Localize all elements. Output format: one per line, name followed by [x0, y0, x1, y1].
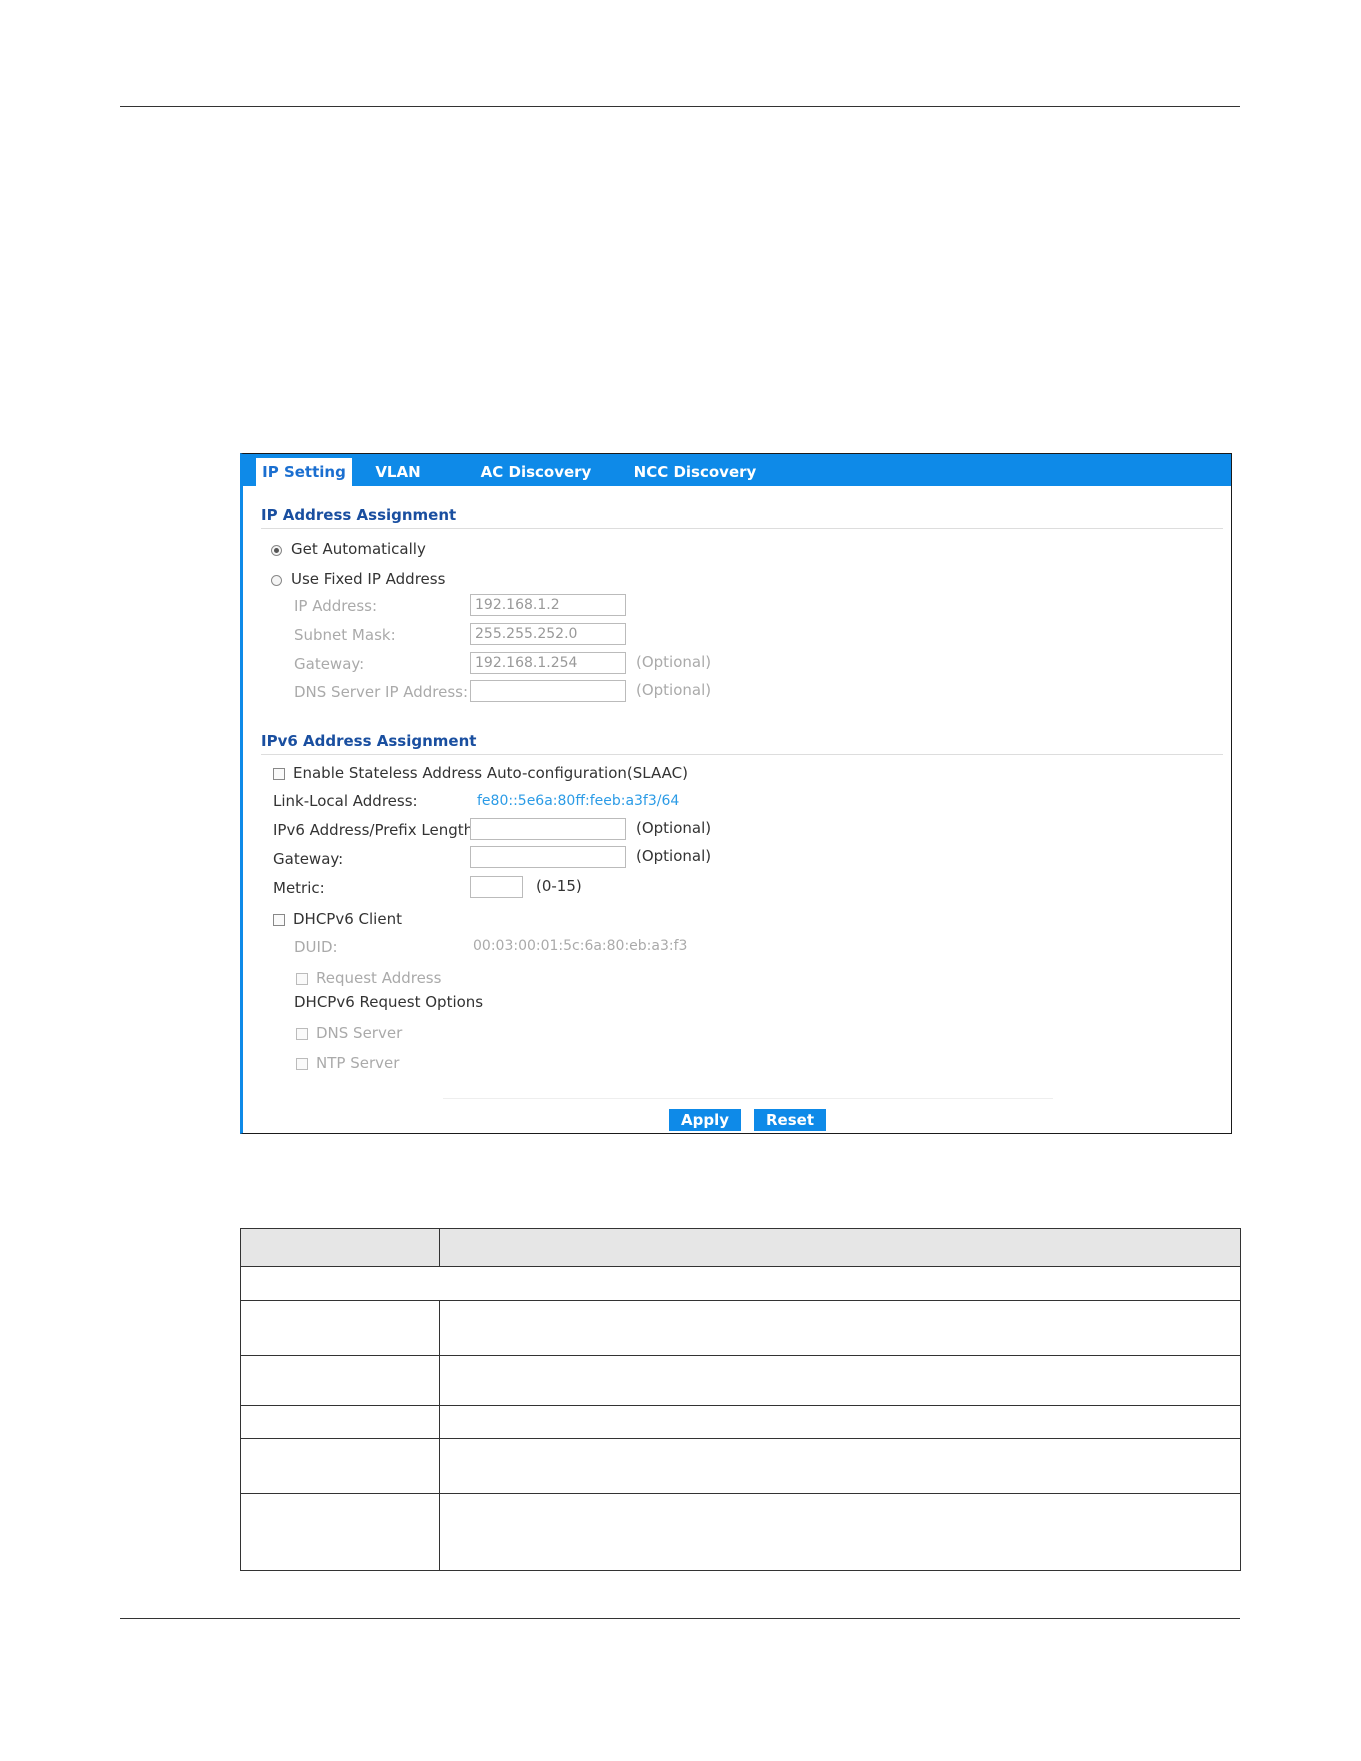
- ipv6-section-divider: [261, 754, 1223, 755]
- description-table: [240, 1228, 1241, 1571]
- use-fixed-ip-radio[interactable]: [271, 575, 282, 586]
- table-cell: [439, 1405, 1241, 1439]
- dhcpv6-client-label: DHCPv6 Client: [293, 910, 402, 928]
- table-row: [240, 1438, 1241, 1494]
- table-cell: [439, 1493, 1241, 1571]
- tab-ac-discovery[interactable]: AC Discovery: [471, 458, 601, 486]
- dns-server-input[interactable]: [470, 680, 626, 702]
- ip-address-input[interactable]: 192.168.1.2: [470, 594, 626, 616]
- tab-bar: IP Setting VLAN AC Discovery NCC Discove…: [243, 454, 1231, 486]
- ipv6-gateway-input[interactable]: [470, 846, 626, 868]
- link-local-label: Link-Local Address:: [273, 792, 418, 810]
- gateway-label: Gateway:: [294, 655, 365, 673]
- metric-range-hint: (0-15): [536, 877, 582, 895]
- table-row: [240, 1300, 1241, 1356]
- top-rule: [120, 106, 1240, 107]
- link-local-value: fe80::5e6a:80ff:feeb:a3f3/64: [477, 793, 680, 809]
- gateway-input[interactable]: 192.168.1.254: [470, 652, 626, 674]
- ip-setting-panel: IP Setting VLAN AC Discovery NCC Discove…: [240, 453, 1232, 1134]
- ntp-server-checkbox[interactable]: [296, 1058, 308, 1070]
- duid-value: 00:03:00:01:5c:6a:80:eb:a3:f3: [473, 938, 688, 954]
- slaac-checkbox[interactable]: [273, 768, 285, 780]
- table-cell: [240, 1438, 440, 1494]
- ip-address-label: IP Address:: [294, 597, 378, 615]
- dhcpv6-client-checkbox[interactable]: [273, 914, 285, 926]
- use-fixed-ip-label: Use Fixed IP Address: [291, 570, 446, 588]
- table-row: [240, 1355, 1241, 1406]
- subnet-mask-label: Subnet Mask:: [294, 626, 396, 644]
- dhcpv6-request-options-label: DHCPv6 Request Options: [294, 993, 484, 1011]
- reset-button[interactable]: Reset: [754, 1109, 826, 1131]
- dns-server-label: DNS Server IP Address:: [294, 683, 469, 701]
- table-header-cell: [439, 1228, 1241, 1267]
- tab-ncc-discovery[interactable]: NCC Discovery: [625, 458, 765, 486]
- ipv6-gateway-optional-hint: (Optional): [636, 847, 712, 865]
- table-row: [240, 1493, 1241, 1571]
- gateway-optional-hint: (Optional): [636, 653, 712, 671]
- ipv6-prefix-input[interactable]: [470, 818, 626, 840]
- table-cell: [240, 1266, 1241, 1301]
- metric-label: Metric:: [273, 879, 325, 897]
- table-header-cell: [240, 1228, 440, 1267]
- dns-server-option-label: DNS Server: [316, 1024, 403, 1042]
- table-cell: [240, 1405, 440, 1439]
- bottom-rule: [120, 1618, 1240, 1619]
- table-header-row: [240, 1228, 1241, 1267]
- ipv6-prefix-label: IPv6 Address/Prefix Length:: [273, 821, 479, 839]
- ipv4-section-divider: [261, 528, 1223, 529]
- request-address-label: Request Address: [316, 969, 442, 987]
- dns-server-checkbox[interactable]: [296, 1028, 308, 1040]
- metric-input[interactable]: [470, 876, 523, 898]
- table-cell: [240, 1355, 440, 1406]
- table-row: [240, 1266, 1241, 1301]
- get-automatically-label: Get Automatically: [291, 540, 426, 558]
- table-cell: [240, 1300, 440, 1356]
- ipv4-section-title: IP Address Assignment: [261, 506, 457, 524]
- tab-vlan[interactable]: VLAN: [363, 458, 433, 486]
- dns-optional-hint: (Optional): [636, 681, 712, 699]
- request-address-checkbox[interactable]: [296, 973, 308, 985]
- ipv6-gateway-label: Gateway:: [273, 850, 344, 868]
- ntp-server-option-label: NTP Server: [316, 1054, 400, 1072]
- table-cell: [439, 1438, 1241, 1494]
- get-automatically-radio[interactable]: [271, 545, 282, 556]
- slaac-label: Enable Stateless Address Auto-configurat…: [293, 764, 688, 782]
- subnet-mask-input[interactable]: 255.255.252.0: [470, 623, 626, 645]
- ipv6-prefix-optional-hint: (Optional): [636, 819, 712, 837]
- duid-label: DUID:: [294, 938, 338, 956]
- tab-ip-setting[interactable]: IP Setting: [256, 458, 352, 486]
- table-cell: [439, 1300, 1241, 1356]
- ipv6-section-title: IPv6 Address Assignment: [261, 732, 477, 750]
- apply-button[interactable]: Apply: [669, 1109, 741, 1131]
- button-area-divider: [443, 1098, 1053, 1099]
- table-row: [240, 1405, 1241, 1439]
- table-cell: [240, 1493, 440, 1571]
- table-cell: [439, 1355, 1241, 1406]
